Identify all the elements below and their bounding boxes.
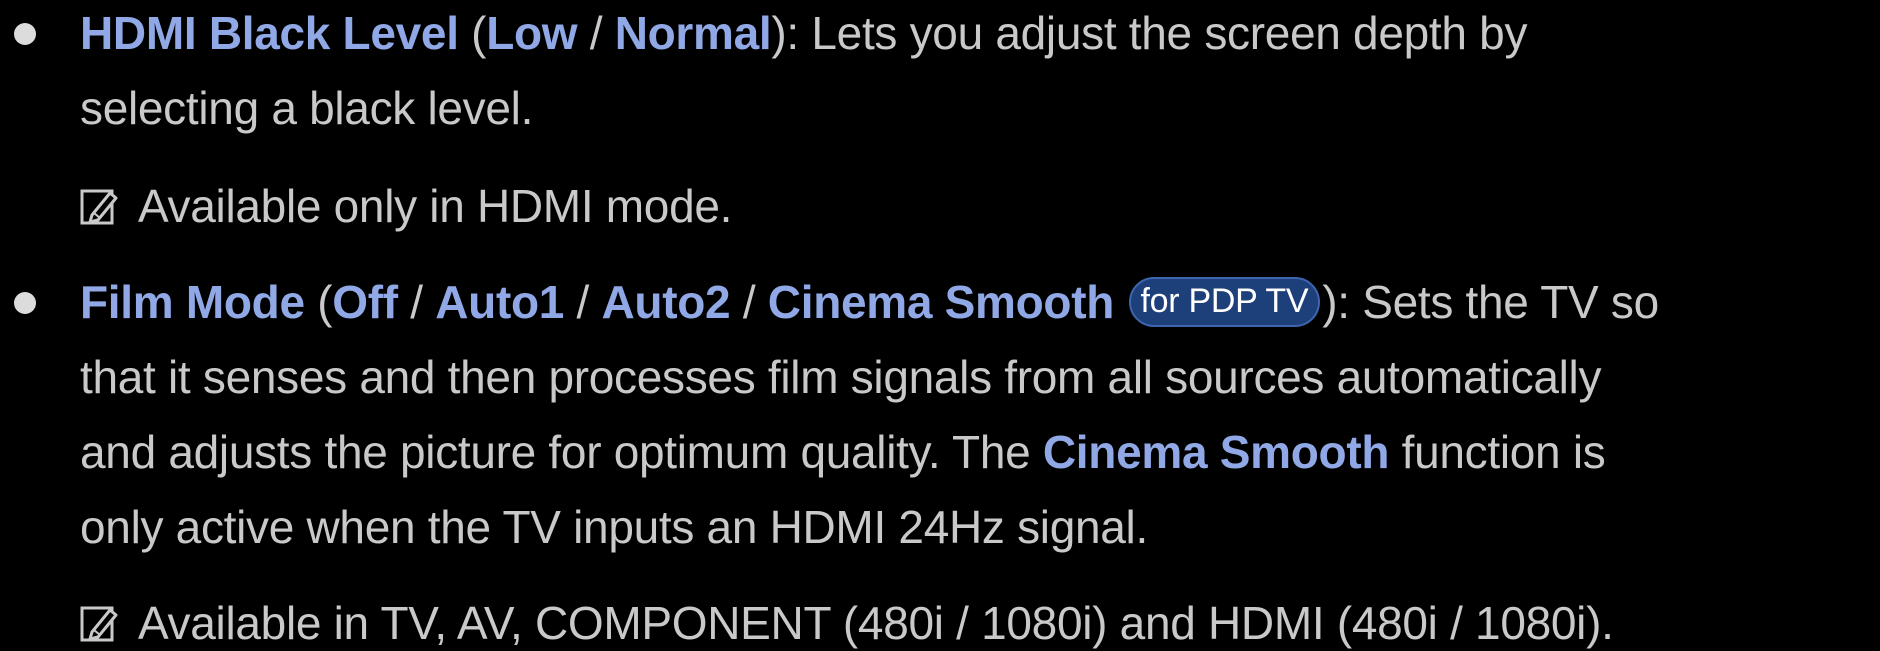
hdmi-black-level-line-2: selecting a black level. bbox=[80, 82, 534, 134]
option-normal: Normal bbox=[614, 7, 772, 59]
option-auto2: Auto2 bbox=[601, 276, 731, 328]
hdmi-black-level-description: ): Lets you adjust the screen depth by bbox=[771, 7, 1528, 59]
cinema-smooth-term: Cinema Smooth bbox=[1042, 426, 1390, 478]
option-off: Off bbox=[332, 276, 398, 328]
note-available-inputs-text: Available in TV, AV, COMPONENT (480i / 1… bbox=[138, 597, 1614, 649]
hdmi-black-level-title: HDMI Black Level bbox=[80, 7, 459, 59]
note-pencil-icon bbox=[80, 189, 118, 225]
option-separator: / bbox=[577, 7, 615, 59]
option-cinema-smooth: Cinema Smooth bbox=[767, 276, 1115, 328]
option-auto1: Auto1 bbox=[435, 276, 565, 328]
note-available-inputs: Available in TV, AV, COMPONENT (480i / 1… bbox=[80, 595, 1614, 651]
option-separator: / bbox=[397, 276, 436, 328]
bullet-icon bbox=[14, 292, 36, 314]
film-mode-description: ): Sets the TV so bbox=[1322, 276, 1659, 328]
film-mode-line-3-post: function is bbox=[1389, 426, 1606, 478]
film-mode-line-2: that it senses and then processes film s… bbox=[80, 351, 1602, 403]
film-mode-line-3-pre: and adjusts the picture for optimum qual… bbox=[80, 426, 1043, 478]
pdp-tv-badge: for PDP TV bbox=[1128, 276, 1321, 327]
note-hdmi-only: Available only in HDMI mode. bbox=[80, 178, 732, 234]
note-hdmi-only-text: Available only in HDMI mode. bbox=[138, 180, 733, 232]
manual-page: HDMI Black Level (Low / Normal): Lets yo… bbox=[0, 0, 1880, 650]
film-mode-title: Film Mode bbox=[80, 276, 305, 328]
film-mode-line-1: Film Mode (Off / Auto1 / Auto2 / Cinema … bbox=[80, 274, 1659, 330]
film-mode-line-4: only active when the TV inputs an HDMI 2… bbox=[80, 501, 1148, 553]
note-pencil-icon bbox=[80, 606, 118, 642]
option-low: Low bbox=[486, 7, 578, 59]
option-separator: / bbox=[564, 276, 602, 328]
film-mode-line-3: and adjusts the picture for optimum qual… bbox=[80, 424, 1606, 480]
hdmi-black-level-line-1: HDMI Black Level (Low / Normal): Lets yo… bbox=[80, 5, 1527, 61]
option-separator: / bbox=[730, 276, 768, 328]
paren-open: ( bbox=[304, 276, 333, 328]
bullet-icon bbox=[14, 23, 36, 45]
paren-open: ( bbox=[458, 7, 487, 59]
